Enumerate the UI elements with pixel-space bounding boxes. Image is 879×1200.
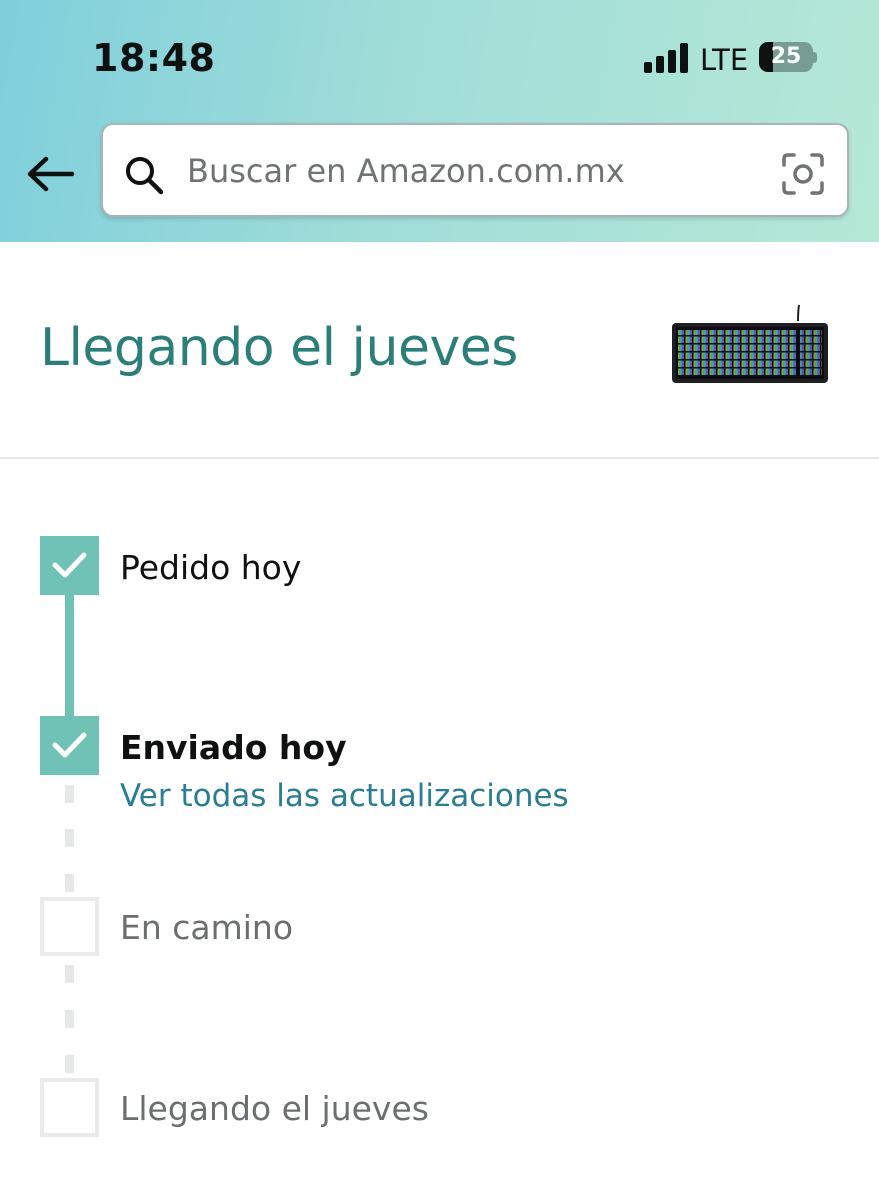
progress-dash (65, 829, 74, 847)
step-pedido-checkbox (40, 536, 99, 595)
section-divider (0, 457, 879, 459)
search-icon (126, 157, 164, 195)
checkmark-icon (52, 732, 87, 758)
search-bar[interactable] (101, 123, 849, 217)
progress-dash (65, 1055, 74, 1073)
product-thumbnail[interactable] (668, 303, 832, 387)
signal-icon (644, 43, 690, 73)
step-label-llegando: Llegando el jueves (120, 1089, 429, 1128)
progress-dash (65, 1010, 74, 1028)
progress-dash (65, 874, 74, 892)
back-button[interactable] (22, 150, 78, 198)
battery-icon: 25 (759, 42, 817, 74)
step-label-pedido: Pedido hoy (120, 548, 302, 587)
step-label-enviado: Enviado hoy (120, 728, 347, 767)
step-label-camino: En camino (120, 908, 294, 947)
battery-percent: 25 (770, 44, 802, 69)
search-input[interactable] (187, 149, 747, 193)
back-arrow-icon (27, 156, 75, 192)
status-time: 18:48 (92, 36, 216, 80)
step-llegando-checkbox (40, 1078, 99, 1137)
progress-line-completed (65, 594, 74, 718)
checkmark-icon (52, 552, 87, 578)
app-header: 18:48 LTE 25 (0, 0, 879, 242)
step-camino-checkbox (40, 897, 99, 956)
page-title: Llegando el jueves (40, 318, 518, 378)
progress-dash (65, 965, 74, 983)
progress-dash (65, 785, 74, 803)
network-type: LTE (700, 43, 749, 77)
view-all-updates-link[interactable]: Ver todas las actualizaciones (120, 778, 569, 814)
camera-scan-icon[interactable] (781, 152, 825, 196)
step-enviado-checkbox (40, 716, 99, 775)
